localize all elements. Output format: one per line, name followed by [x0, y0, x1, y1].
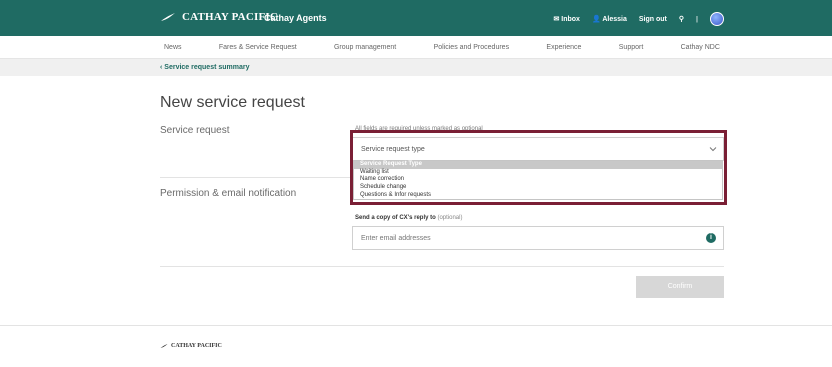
user-label: Alessia	[602, 16, 627, 23]
copy-reply-text: Send a copy of CX's reply to	[355, 215, 436, 221]
breadcrumb[interactable]: ‹ Service request summary	[160, 64, 250, 71]
service-request-type-dropdown: Service Request Type Waiting list Name c…	[353, 160, 723, 200]
select-value: Service request type	[361, 146, 425, 153]
breadcrumb-label: Service request summary	[164, 64, 250, 71]
footer-divider	[0, 325, 832, 326]
inbox-icon: ✉	[553, 16, 560, 23]
nav-news[interactable]: News	[160, 44, 186, 51]
nav-group-management[interactable]: Group management	[330, 44, 400, 51]
permission-label: Permission & email notification	[160, 188, 297, 199]
search-icon[interactable]: ⚲	[679, 15, 684, 23]
globe-icon[interactable]	[710, 12, 724, 26]
chevron-down-icon	[709, 147, 717, 152]
confirm-button[interactable]: Confirm	[636, 276, 724, 298]
account-bar: ✉ Inbox 👤 Alessia Sign out ⚲ |	[553, 12, 724, 26]
footer-brand: CATHAY PACIFIC	[171, 343, 222, 349]
optional-tag: (optional)	[437, 215, 463, 221]
dropdown-option[interactable]: Service Request Type	[354, 161, 722, 169]
footer-logo[interactable]: CATHAY PACIFIC	[160, 343, 222, 349]
dropdown-option[interactable]: Schedule change	[354, 184, 722, 192]
signout-link[interactable]: Sign out	[639, 16, 667, 23]
app-name: Cathay Agents	[264, 13, 327, 23]
nav-fares-service-request[interactable]: Fares & Service Request	[215, 44, 301, 51]
section-divider	[160, 177, 350, 178]
page-title: New service request	[160, 94, 305, 111]
dropdown-option[interactable]: Questions & Infor requests	[354, 192, 722, 200]
service-request-label: Service request	[160, 125, 230, 136]
service-request-type-select[interactable]: Service request type	[352, 137, 724, 161]
inbox-label: Inbox	[561, 16, 580, 23]
email-placeholder: Enter email addresses	[361, 235, 431, 242]
copy-reply-label: Send a copy of CX's reply to (optional)	[355, 215, 462, 221]
nav-support[interactable]: Support	[615, 44, 648, 51]
user-link[interactable]: 👤 Alessia	[592, 15, 627, 23]
dropdown-option[interactable]: Name correction	[354, 176, 722, 184]
email-input[interactable]: Enter email addresses i	[352, 226, 724, 250]
main-nav: News Fares & Service Request Group manag…	[0, 36, 832, 59]
form-divider	[160, 266, 724, 267]
inbox-link[interactable]: ✉ Inbox	[553, 15, 580, 23]
breadcrumb-bar	[0, 59, 832, 76]
nav-cathay-ndc[interactable]: Cathay NDC	[677, 44, 724, 51]
brushwing-icon	[161, 13, 175, 21]
info-icon[interactable]: i	[706, 233, 716, 243]
required-note: All fields are required unless marked as…	[355, 126, 483, 132]
header-divider: |	[696, 15, 698, 23]
cathay-logo[interactable]: CATHAY PACIFIC	[160, 11, 278, 23]
dropdown-option[interactable]: Waiting list	[354, 169, 722, 177]
user-icon: 👤	[591, 16, 601, 23]
nav-policies-procedures[interactable]: Policies and Procedures	[430, 44, 514, 51]
top-bar: CATHAY PACIFIC Cathay Agents ✉ Inbox 👤 A…	[0, 0, 832, 36]
brushwing-icon	[160, 344, 168, 348]
nav-experience[interactable]: Experience	[542, 44, 585, 51]
